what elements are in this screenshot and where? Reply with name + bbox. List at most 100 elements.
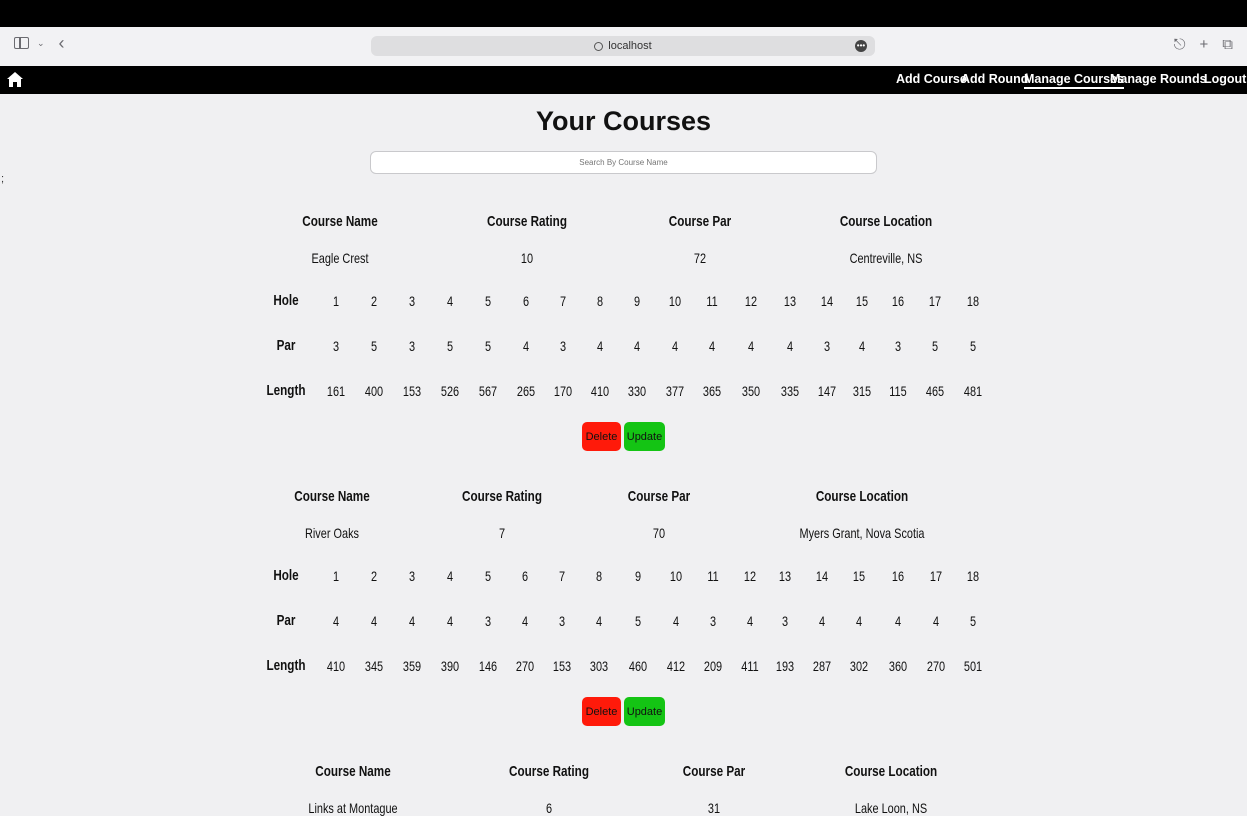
hole-par-cell: 3: [823, 338, 831, 354]
tab-overview-icon[interactable]: ⧉: [1222, 36, 1233, 53]
address-bar[interactable]: localhost •••: [371, 36, 875, 56]
hole-length-cell: 465: [925, 383, 945, 399]
nav-add-course[interactable]: Add Course: [896, 72, 967, 86]
hole-length-cell: 360: [888, 658, 908, 674]
hole-number-cell: 8: [596, 293, 604, 309]
hole-number-cell: 17: [929, 568, 943, 584]
hole-number-cell: 2: [370, 293, 378, 309]
length-row-label: Length: [266, 657, 306, 674]
hole-par-cell: 3: [709, 613, 717, 629]
hole-length-cell: 315: [852, 383, 872, 399]
course-location-value: Centreville, NS: [849, 250, 923, 266]
hole-par-cell: 5: [370, 338, 378, 354]
par-row-label: Par: [276, 337, 296, 354]
hole-length-cell: 526: [440, 383, 460, 399]
hole-par-cell: 3: [558, 613, 566, 629]
hole-par-cell: 4: [671, 338, 679, 354]
hole-length-cell: 410: [590, 383, 610, 399]
hole-length-cell: 193: [775, 658, 795, 674]
hole-par-cell: 4: [672, 613, 680, 629]
hole-number-cell: 16: [891, 568, 905, 584]
globe-icon: [594, 41, 604, 51]
delete-course-button[interactable]: Delete: [582, 697, 621, 726]
update-course-button[interactable]: Update: [624, 422, 665, 451]
course-location-header: Course Location: [815, 488, 909, 505]
browser-toolbar: ⌄ ‹ localhost ••• ⎋ + ⧉: [0, 27, 1247, 67]
course-rating-header: Course Rating: [462, 488, 542, 505]
course-location-value: Myers Grant, Nova Scotia: [799, 525, 925, 541]
hole-par-cell: 4: [894, 613, 902, 629]
hole-number-cell: 13: [778, 568, 792, 584]
hole-par-cell: 5: [969, 613, 977, 629]
course-rating-header: Course Rating: [487, 213, 567, 230]
browser-right-controls: ⎋ + ⧉: [1174, 36, 1233, 53]
hole-number-cell: 4: [446, 568, 454, 584]
hole-length-cell: 170: [553, 383, 573, 399]
course-par-value: 72: [693, 250, 707, 266]
hole-length-cell: 400: [364, 383, 384, 399]
hole-par-cell: 4: [370, 613, 378, 629]
hole-length-cell: 303: [589, 658, 609, 674]
hole-number-cell: 15: [855, 293, 869, 309]
hole-par-cell: 3: [894, 338, 902, 354]
hole-length-cell: 345: [364, 658, 384, 674]
hole-number-cell: 11: [706, 293, 718, 309]
more-options-icon[interactable]: •••: [855, 40, 867, 52]
hole-length-cell: 460: [628, 658, 648, 674]
hole-length-cell: 365: [702, 383, 722, 399]
course-par-header: Course Par: [668, 213, 732, 230]
hole-number-cell: 18: [966, 293, 980, 309]
course-location-header: Course Location: [844, 763, 938, 780]
hole-par-cell: 4: [708, 338, 716, 354]
hole-par-cell: 5: [634, 613, 642, 629]
hole-par-cell: 4: [818, 613, 826, 629]
search-input[interactable]: [370, 151, 877, 174]
hole-par-cell: 4: [747, 338, 755, 354]
course-par-value: 70: [652, 525, 666, 541]
site-navbar: Add Course Add Round Manage Courses Mana…: [0, 66, 1247, 94]
hole-row-label: Hole: [273, 567, 299, 584]
hole-par-cell: 4: [746, 613, 754, 629]
new-tab-icon[interactable]: +: [1200, 36, 1209, 53]
chevron-down-icon[interactable]: ⌄: [37, 38, 45, 49]
hole-number-cell: 3: [408, 293, 416, 309]
hole-length-cell: 501: [963, 658, 983, 674]
hole-number-cell: 8: [595, 568, 603, 584]
hole-number-cell: 11: [707, 568, 719, 584]
hole-length-cell: 410: [326, 658, 346, 674]
hole-number-cell: 7: [559, 293, 567, 309]
nav-logout[interactable]: Logout: [1204, 72, 1246, 86]
hole-length-cell: 161: [326, 383, 346, 399]
hole-par-cell: 4: [786, 338, 794, 354]
nav-add-round[interactable]: Add Round: [961, 72, 1028, 86]
sidebar-toggle-icon[interactable]: [14, 37, 29, 49]
share-icon[interactable]: ⎋: [1174, 36, 1186, 53]
hole-number-cell: 1: [332, 293, 340, 309]
hole-number-cell: 12: [744, 293, 758, 309]
hole-par-cell: 3: [559, 338, 567, 354]
hole-number-cell: 4: [446, 293, 454, 309]
hole-row-label: Hole: [273, 292, 299, 309]
hole-length-cell: 153: [402, 383, 422, 399]
hole-par-cell: 4: [521, 613, 529, 629]
course-par-value: 31: [707, 800, 721, 816]
hole-par-cell: 4: [596, 338, 604, 354]
hole-length-cell: 350: [741, 383, 761, 399]
hole-number-cell: 3: [408, 568, 416, 584]
hole-par-cell: 4: [932, 613, 940, 629]
hole-number-cell: 7: [558, 568, 566, 584]
nav-manage-rounds[interactable]: Manage Rounds: [1110, 72, 1207, 86]
hole-number-cell: 10: [669, 568, 683, 584]
hole-par-cell: 4: [446, 613, 454, 629]
course-location-header: Course Location: [839, 213, 933, 230]
hole-par-cell: 3: [781, 613, 789, 629]
course-par-header: Course Par: [682, 763, 746, 780]
home-icon[interactable]: [6, 71, 24, 88]
update-course-button[interactable]: Update: [624, 697, 665, 726]
browser-left-controls: ⌄ ‹: [14, 34, 65, 52]
hole-length-cell: 270: [515, 658, 535, 674]
hole-length-cell: 209: [703, 658, 723, 674]
back-arrow-icon[interactable]: ‹: [59, 34, 65, 52]
delete-course-button[interactable]: Delete: [582, 422, 621, 451]
hole-par-cell: 4: [633, 338, 641, 354]
